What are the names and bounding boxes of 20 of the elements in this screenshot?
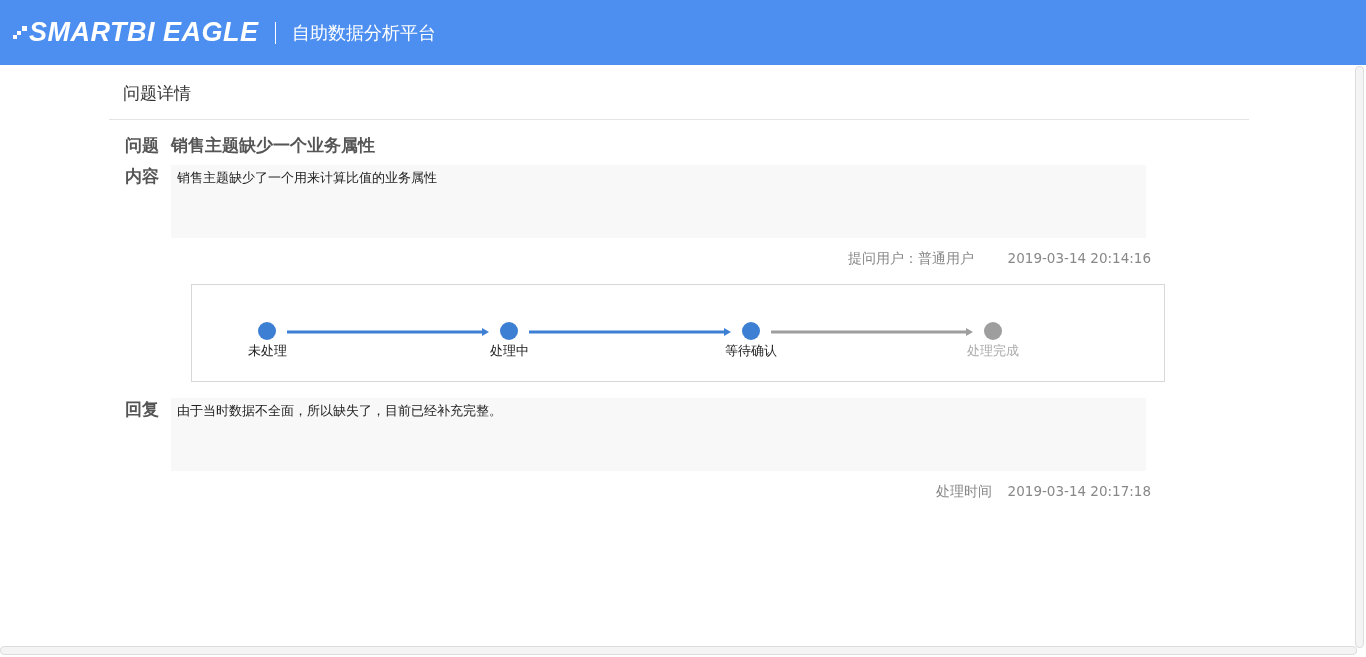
step-label: 等待确认	[725, 342, 777, 360]
app-subtitle: 自助数据分析平台	[291, 20, 436, 45]
question-title: 销售主题缺少一个业务属性	[171, 134, 375, 157]
step-label: 处理中	[489, 342, 529, 360]
brand-logo: SMARTBI EAGLE	[29, 17, 259, 48]
handled-time: 2019-03-14 20:17:18	[1007, 483, 1151, 501]
content-label: 内容	[125, 165, 160, 188]
content-text: 销售主题缺少了一个用来计算比值的业务属性	[171, 165, 1146, 238]
handled-time-label: 处理时间	[935, 483, 992, 501]
vertical-scrollbar[interactable]	[1355, 66, 1364, 648]
question-label: 问题	[125, 134, 160, 157]
step-label: 未处理	[247, 342, 287, 360]
reply-label: 回复	[125, 398, 160, 421]
asker-user: 提问用户：普通用户	[847, 250, 974, 268]
logo-icon	[13, 25, 27, 40]
horizontal-scrollbar[interactable]	[0, 646, 1357, 655]
page-title: 问题详情	[109, 65, 1249, 120]
submit-time: 2019-03-14 20:14:16	[1007, 250, 1151, 268]
reply-text: 由于当时数据不全面，所以缺失了，目前已经补充完整。	[171, 398, 1146, 471]
step-label: 处理完成	[967, 342, 1019, 360]
